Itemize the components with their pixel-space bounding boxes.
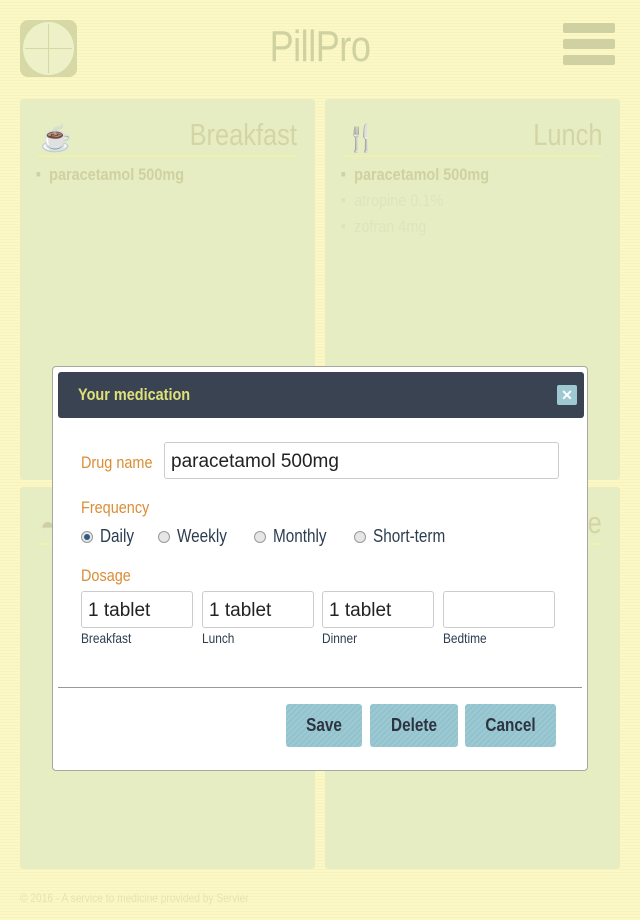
radio-weekly[interactable]: Weekly [158, 526, 236, 547]
list-item[interactable]: zofran 4mg [341, 217, 489, 237]
app-title: PillPro [269, 22, 371, 71]
panel-title: Lunch [532, 117, 602, 152]
dosage-breakfast-label: Breakfast [81, 630, 132, 646]
save-button[interactable]: Save [286, 704, 362, 747]
radio-daily[interactable]: Daily [81, 526, 140, 547]
hamburger-menu-icon[interactable] [563, 23, 615, 65]
dosage-bedtime-input[interactable] [443, 591, 555, 628]
radio-monthly[interactable]: Monthly [253, 526, 336, 547]
dosage-lunch-input[interactable]: 1 tablet [202, 591, 314, 628]
dosage-lunch-label: Lunch [202, 630, 235, 646]
fork-knife-icon: 🍴 [345, 123, 378, 153]
list-item[interactable]: paracetamol 500mg [36, 165, 184, 185]
delete-button[interactable]: Delete [370, 704, 458, 747]
list-item[interactable]: atropine 0.1% [341, 191, 489, 211]
footer: © 2016 - A service to medicine provided … [20, 891, 249, 905]
medication-dialog: Your medication ✕ Drug name paracetamol … [52, 366, 588, 771]
coffee-cup-icon: ☕ [40, 123, 73, 153]
drug-name-label: Drug name [81, 453, 153, 472]
drug-name-input[interactable]: paracetamol 500mg [164, 442, 559, 479]
dialog-title: Your medication [78, 385, 191, 404]
divider [58, 687, 582, 688]
close-icon[interactable]: ✕ [557, 385, 577, 405]
cancel-button[interactable]: Cancel [465, 704, 556, 747]
dosage-dinner-label: Dinner [322, 630, 358, 646]
dosage-label: Dosage [81, 566, 131, 585]
dosage-bedtime-label: Bedtime [443, 630, 487, 646]
radio-short-term[interactable]: Short-term [353, 526, 458, 547]
panel-title: Breakfast [189, 117, 297, 152]
frequency-radio-group: Daily Weekly Monthly Short-term [81, 526, 458, 547]
dialog-header: Your medication ✕ [58, 372, 584, 418]
list-item[interactable]: paracetamol 500mg [341, 165, 489, 185]
dosage-breakfast-input[interactable]: 1 tablet [81, 591, 193, 628]
frequency-label: Frequency [81, 498, 150, 517]
dosage-dinner-input[interactable]: 1 tablet [322, 591, 434, 628]
